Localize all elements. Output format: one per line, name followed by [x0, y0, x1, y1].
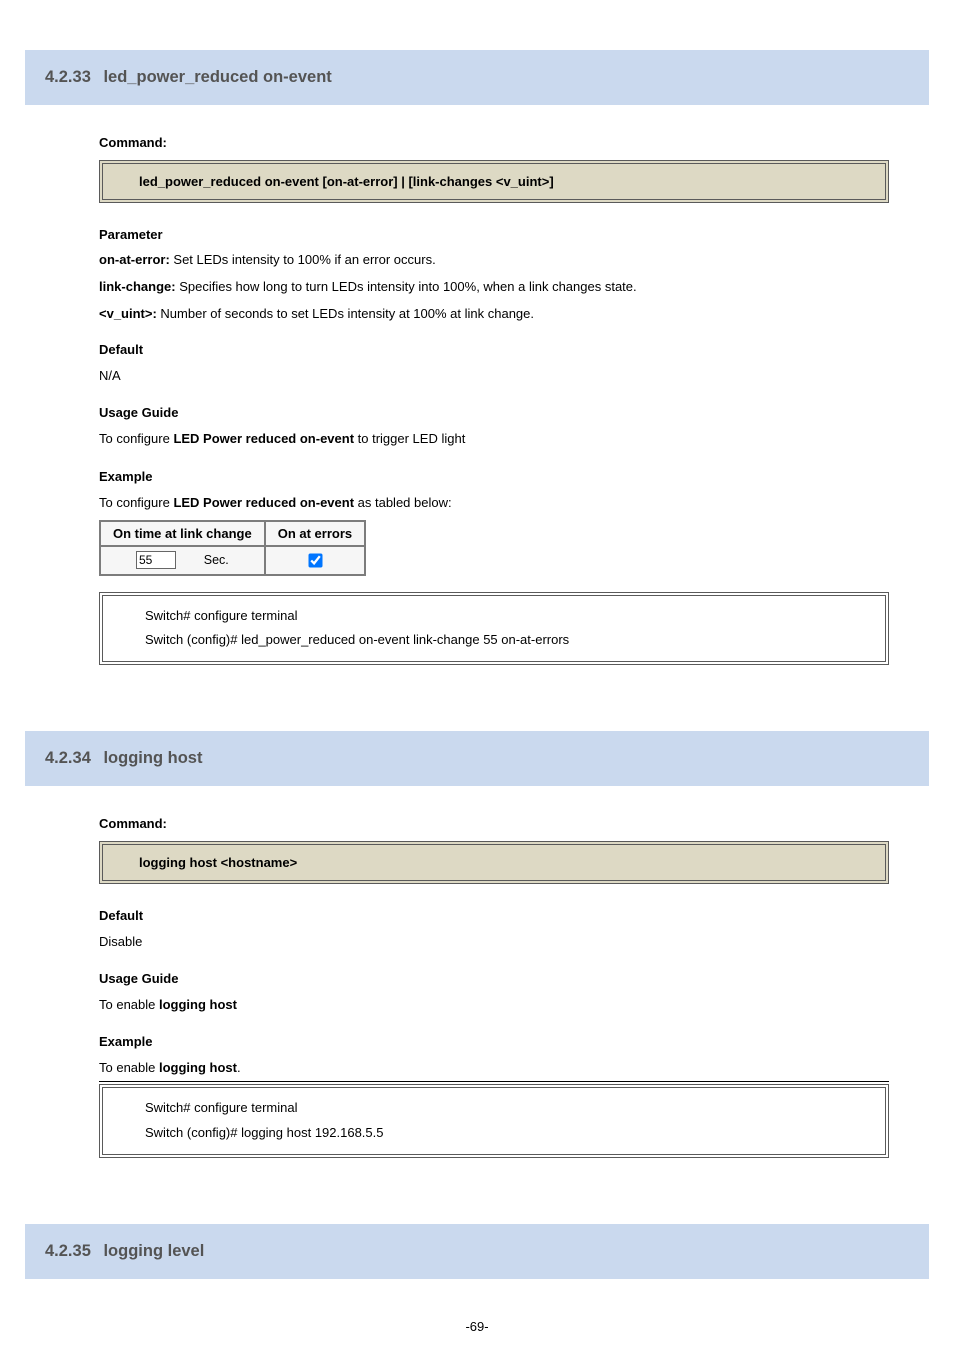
parameter-subhead: Parameter — [99, 227, 889, 242]
example-box-1: Switch# configure terminal Switch (confi… — [99, 592, 889, 665]
command-code-2: logging host <hostname> — [99, 841, 889, 884]
usage-text: To configure LED Power reduced on-event … — [99, 428, 889, 450]
param-label: on-at-error: — [99, 252, 170, 267]
section-number: 4.2.35 — [45, 1242, 91, 1260]
section-number: 4.2.34 — [45, 749, 91, 767]
section-title: logging host — [103, 749, 202, 767]
usage-subhead: Usage Guide — [99, 405, 889, 420]
page-footer: -69- — [65, 1319, 889, 1334]
section-number: 4.2.33 — [45, 68, 91, 86]
param-list-1: on-at-error: Set LEDs intensity to 100% … — [99, 250, 889, 324]
command-subhead: Command: — [99, 816, 889, 831]
example-line: Switch (config)# logging host 192.168.5.… — [145, 1121, 843, 1146]
ontime-input[interactable] — [136, 551, 176, 569]
gui-td-check — [265, 546, 365, 575]
example-box-2: Switch# configure terminal Switch (confi… — [99, 1084, 889, 1157]
section-title: led_power_reduced on-event — [103, 68, 331, 86]
rule — [99, 1081, 889, 1082]
default-subhead: Default — [99, 342, 889, 357]
usage-text: To enable logging host — [99, 994, 889, 1016]
onerrors-checkbox[interactable] — [308, 553, 322, 567]
section-heading-3: 4.2.35 logging level — [25, 1224, 929, 1279]
example-subhead: Example — [99, 469, 889, 484]
example-intro-2: To enable logging host. — [99, 1057, 889, 1079]
param-text: Set LEDs intensity to 100% if an error o… — [170, 252, 436, 267]
unit-text: Sec. — [204, 553, 229, 567]
section-heading-2: 4.2.34 logging host — [25, 731, 929, 786]
usage-subhead: Usage Guide — [99, 971, 889, 986]
param-label: <v_uint>: — [99, 306, 157, 321]
gui-th-ontime: On time at link change — [100, 521, 265, 546]
param-text: Specifies how long to turn LEDs intensit… — [176, 279, 637, 294]
section-title: logging level — [103, 1242, 204, 1260]
example-line: Switch# configure terminal — [145, 604, 843, 629]
default-subhead: Default — [99, 908, 889, 923]
section-heading-1: 4.2.33 led_power_reduced on-event — [25, 50, 929, 105]
gui-table: On time at link change On at errors Sec. — [99, 520, 366, 576]
gui-td-value: Sec. — [100, 546, 265, 575]
default-text: Disable — [99, 931, 889, 953]
param-label: link-change: — [99, 279, 176, 294]
default-text: N/A — [99, 365, 889, 387]
gui-th-onerrors: On at errors — [265, 521, 365, 546]
example-line: Switch# configure terminal — [145, 1096, 843, 1121]
example-intro: To configure LED Power reduced on-event … — [99, 492, 889, 514]
example-subhead: Example — [99, 1034, 889, 1049]
param-text: Number of seconds to set LEDs intensity … — [157, 306, 534, 321]
command-subhead: Command: — [99, 135, 889, 150]
command-code-1: led_power_reduced on-event [on-at-error]… — [99, 160, 889, 203]
example-line: Switch (config)# led_power_reduced on-ev… — [145, 628, 843, 653]
